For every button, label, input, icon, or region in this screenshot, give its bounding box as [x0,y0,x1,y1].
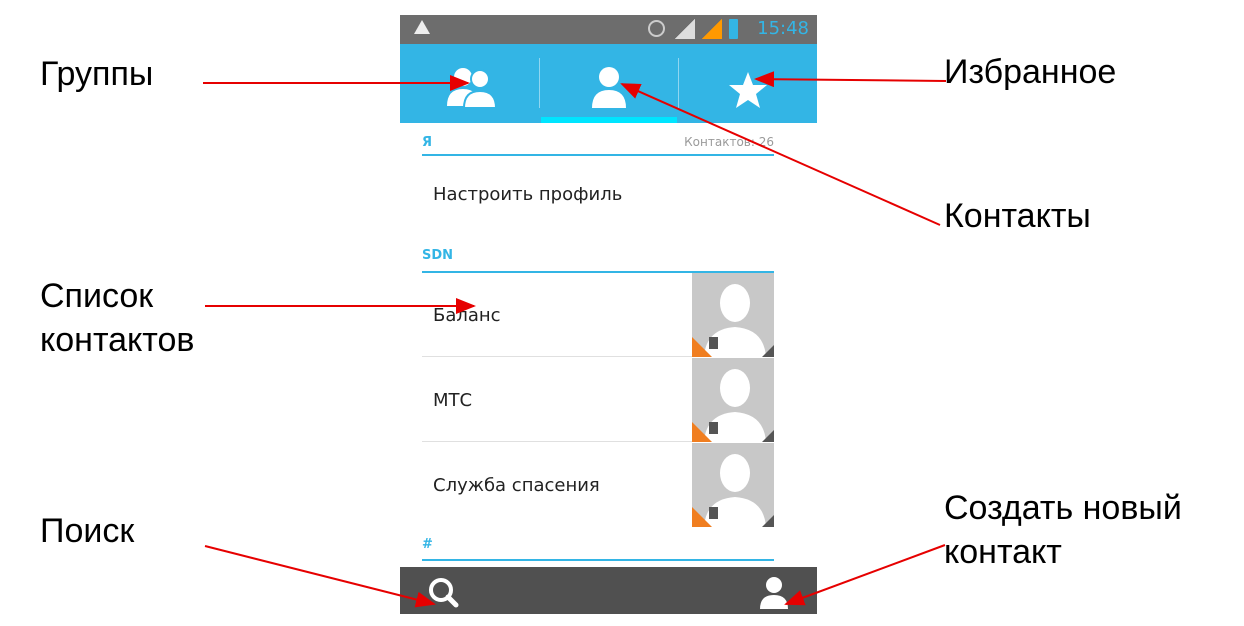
contact-name-rescue[interactable]: Служба спасения [433,475,600,496]
callout-favorites: Избранное [944,53,1117,91]
section-header-sdn: SDN [422,248,454,263]
row-divider [422,356,692,357]
status-bar: 15:48 [400,15,817,44]
signal-sim1-icon [675,19,695,39]
star-icon [729,72,767,108]
tab-contacts[interactable] [539,44,678,123]
row-divider [422,441,692,442]
contact-avatar[interactable] [692,443,774,527]
callout-create-contact-line2: контакт [944,533,1062,571]
search-icon[interactable] [424,575,464,609]
contacts-count: Контактов: 26 [684,135,774,149]
setup-profile-item[interactable]: Настроить профиль [433,184,622,205]
default-avatar-icon [692,284,774,357]
contact-name-balance[interactable]: Баланс [433,305,501,326]
phone-screen: 15:48 Я Контактов: 26 Настроить профиль … [400,15,817,614]
add-contact-icon[interactable] [752,573,796,611]
tab-groups[interactable] [400,44,539,123]
callout-contacts: Контакты [944,197,1091,235]
bottom-action-bar [400,567,817,614]
default-avatar-icon [692,454,774,527]
section-header-hash: # [422,537,433,552]
contact-list[interactable]: Я Контактов: 26 Настроить профиль SDN Ба… [400,123,817,563]
contact-avatar[interactable] [692,358,774,442]
tab-bar [400,44,817,123]
default-avatar-icon [692,369,774,442]
contact-name-mts[interactable]: МТС [433,390,472,411]
callout-search: Поиск [40,512,135,550]
battery-icon [729,19,738,39]
status-time: 15:48 [757,18,809,39]
contact-avatar[interactable] [692,273,774,357]
section-divider [422,154,774,156]
callout-contact-list-line2: контактов [40,321,195,359]
callout-contact-list-line1: Список [40,277,154,315]
alarm-icon [648,20,665,37]
tab-favorites[interactable] [678,44,817,123]
section-divider [422,559,774,561]
groups-icon [447,68,498,109]
person-icon [592,67,626,108]
callout-create-contact-line1: Создать новый [944,489,1182,527]
signal-sim2-icon [702,19,722,39]
warning-icon [414,20,430,34]
callout-groups: Группы [40,55,154,93]
